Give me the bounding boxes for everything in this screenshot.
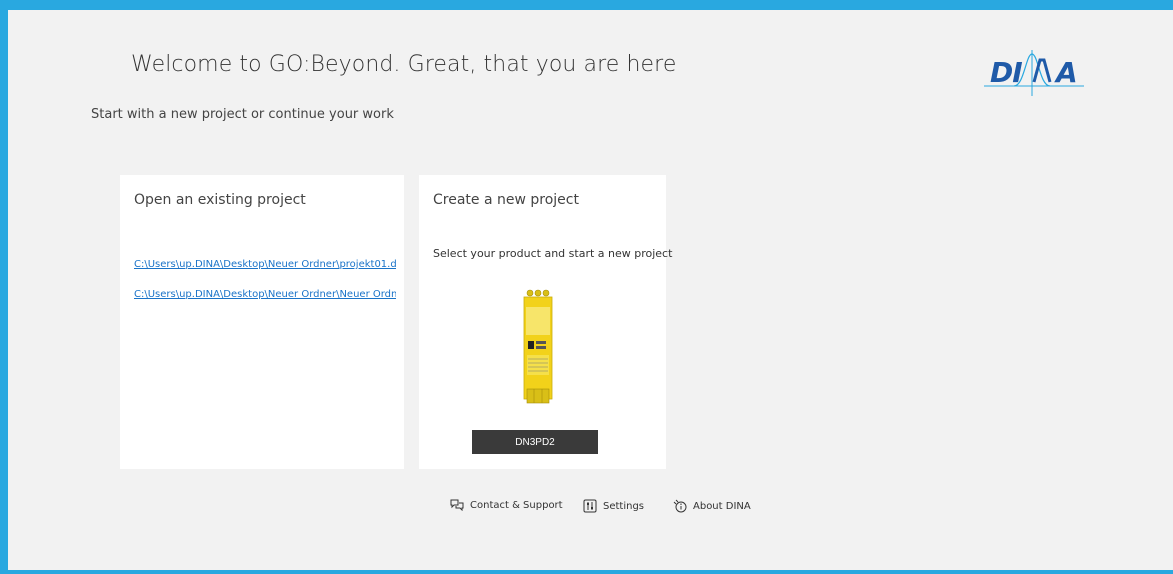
dina-logo: DI A [984, 50, 1084, 96]
new-project-instruction: Select your product and start a new proj… [433, 247, 673, 260]
product-image[interactable] [523, 289, 553, 407]
contact-support-link[interactable]: Contact & Support [450, 499, 563, 511]
recent-project-link[interactable]: C:\Users\up.DINA\Desktop\Neuer Ordner\pr… [134, 259, 396, 270]
svg-text:A: A [1054, 56, 1078, 89]
about-dina-link[interactable]: About DINA [673, 499, 751, 513]
product-select-button[interactable]: DN3PD2 [472, 430, 598, 454]
settings-label: Settings [603, 500, 645, 512]
open-project-card: Open an existing project C:\Users\up.DIN… [120, 175, 404, 469]
page-title: Welcome to GO:Beyond. Great, that you ar… [131, 52, 677, 77]
recent-project-link[interactable]: C:\Users\up.DINA\Desktop\Neuer Ordner\Ne… [134, 289, 396, 300]
settings-icon [583, 499, 597, 513]
bottom-accent-line [8, 570, 1173, 572]
info-icon [673, 499, 687, 513]
page-subtitle: Start with a new project or continue you… [91, 107, 394, 122]
contact-support-label: Contact & Support [470, 499, 563, 511]
settings-link[interactable]: Settings [583, 499, 644, 513]
svg-text:DI: DI [990, 56, 1022, 89]
chat-icon [450, 499, 464, 511]
open-project-title: Open an existing project [134, 192, 306, 208]
about-dina-label: About DINA [693, 500, 751, 512]
new-project-title: Create a new project [433, 192, 579, 208]
new-project-card: Create a new project Select your product… [419, 175, 672, 469]
start-page: Welcome to GO:Beyond. Great, that you ar… [8, 10, 1173, 572]
